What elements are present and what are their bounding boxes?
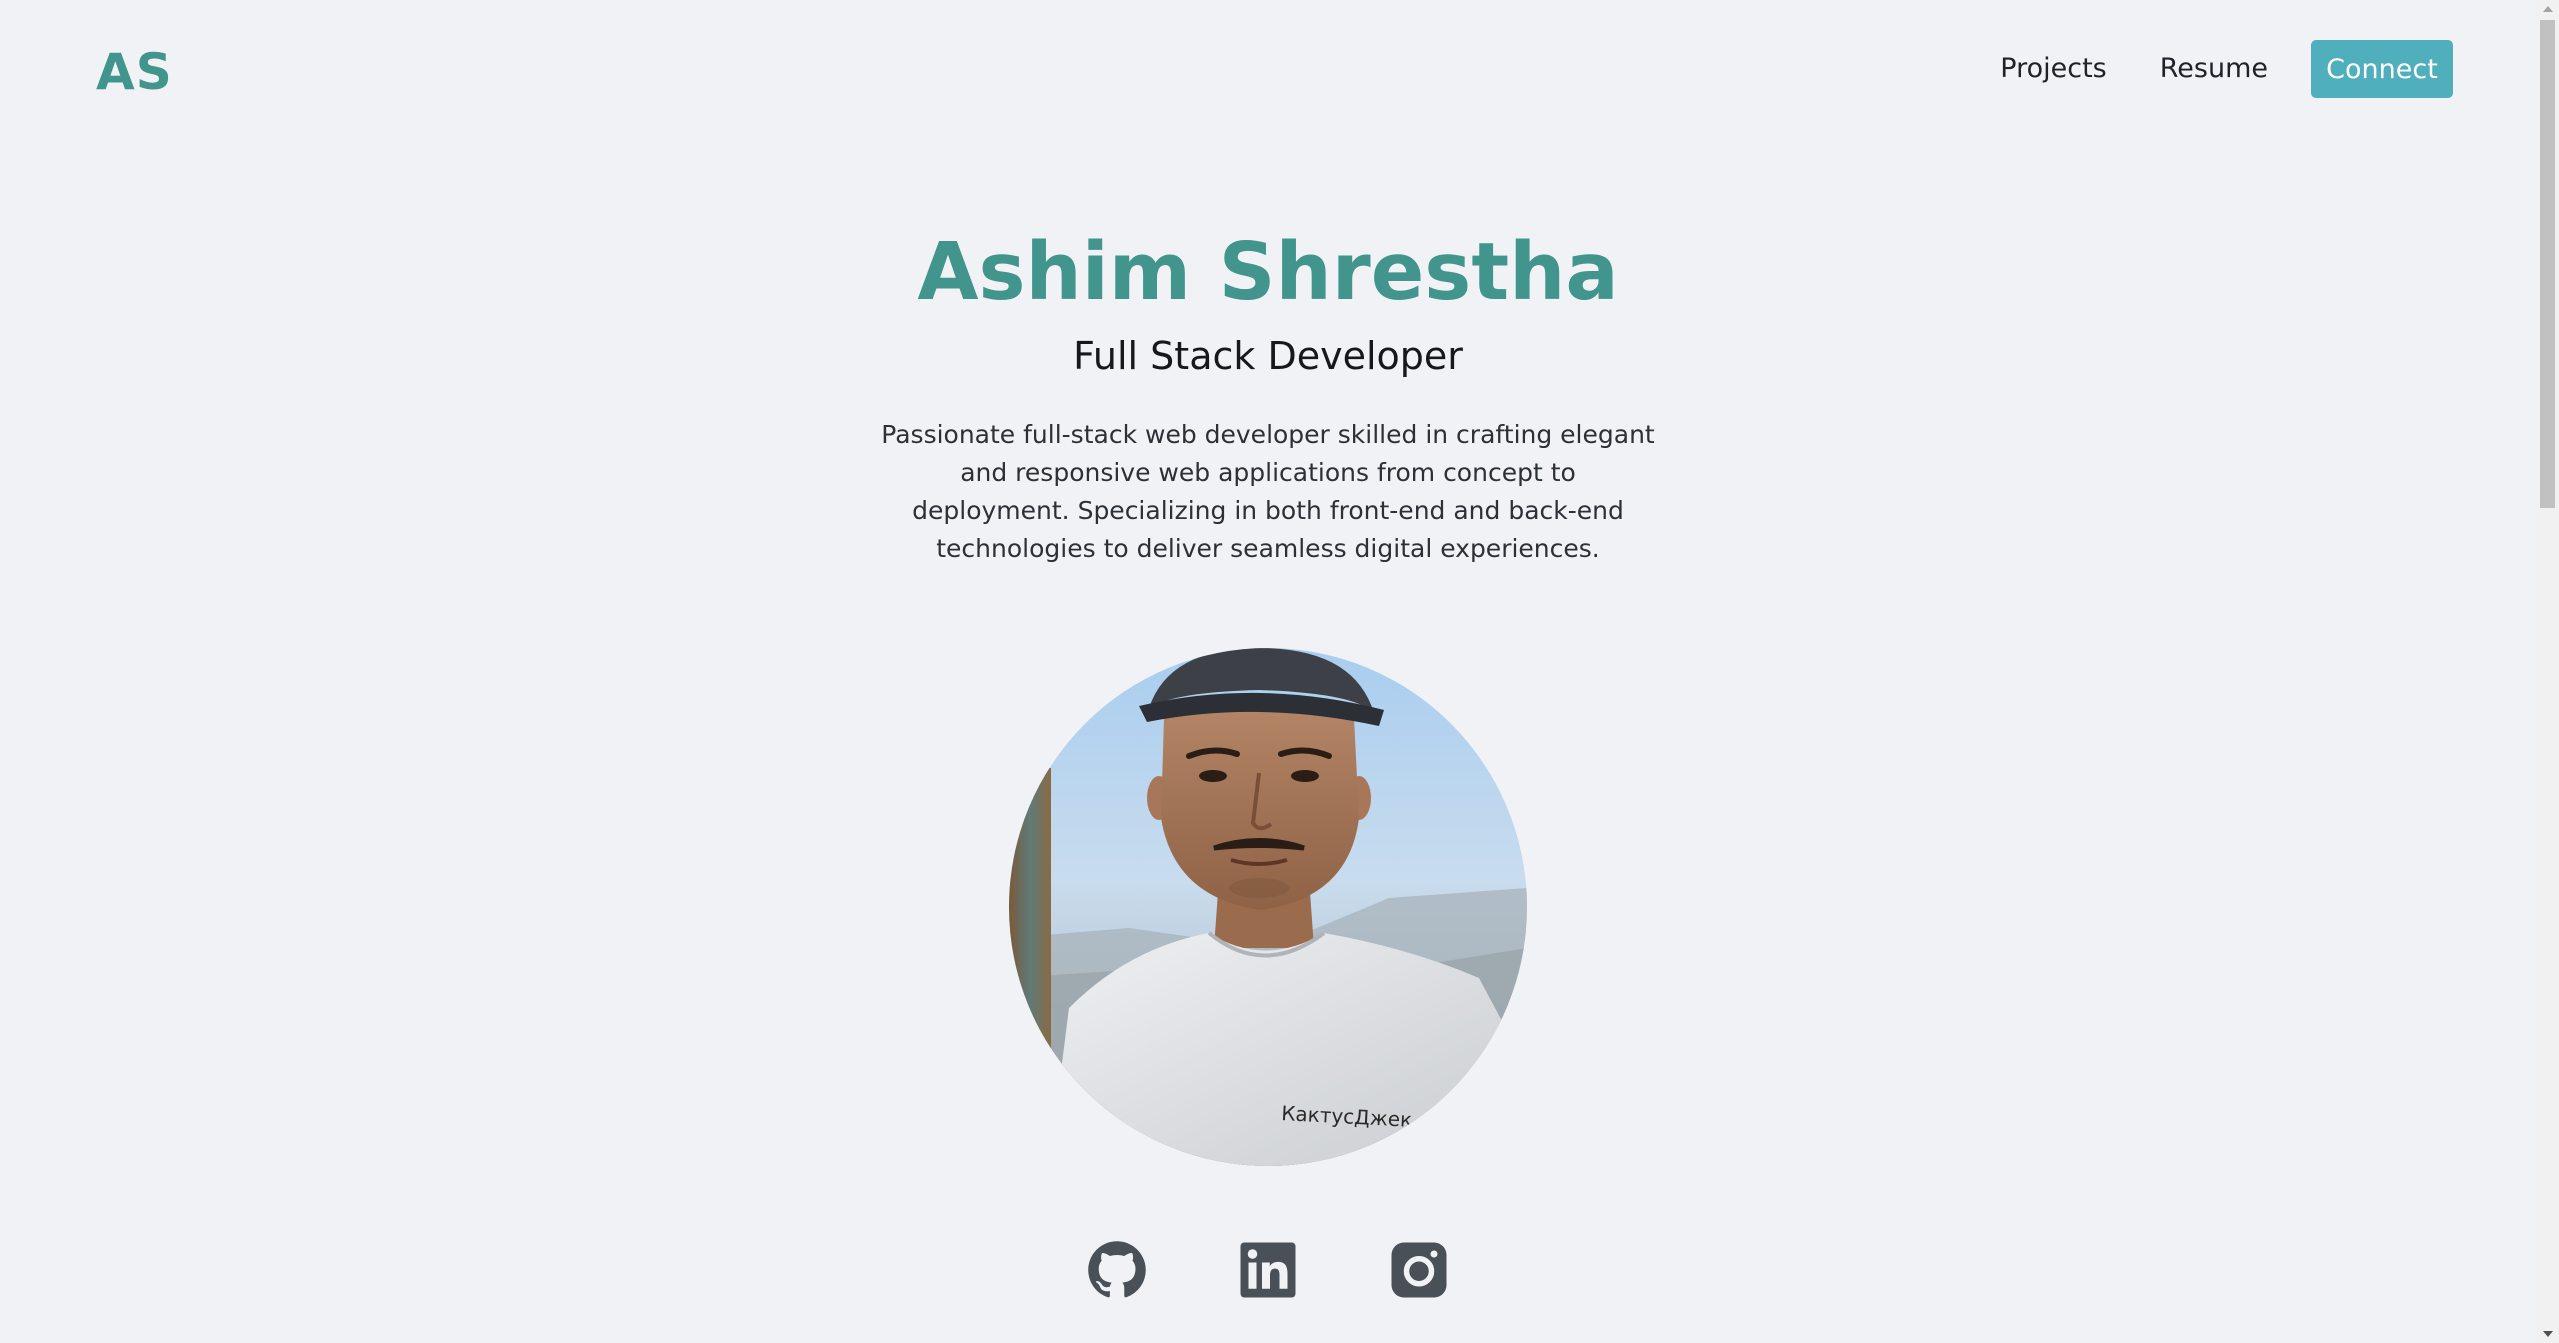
github-icon [1088, 1241, 1146, 1298]
hero-role: Full Stack Developer [1073, 334, 1463, 378]
instagram-link[interactable] [1389, 1240, 1449, 1300]
nav-projects-link[interactable]: Projects [2000, 40, 2106, 98]
scroll-down-arrow-icon[interactable] [2536, 1325, 2559, 1343]
vertical-scrollbar[interactable] [2536, 0, 2559, 1343]
linkedin-icon [1240, 1242, 1296, 1298]
instagram-icon [1391, 1242, 1447, 1298]
logo-link[interactable]: AS [96, 40, 173, 104]
portfolio-page: AS Projects Resume Connect Ashim Shresth… [0, 0, 2559, 1343]
profile-photo: КактусДжек [1009, 648, 1527, 1166]
hero-bio: Passionate full-stack web developer skil… [881, 420, 1655, 563]
scrollbar-thumb[interactable] [2540, 20, 2555, 508]
nav-resume-link[interactable]: Resume [2160, 40, 2268, 98]
hero-name: Ashim Shrestha [917, 226, 1619, 318]
github-link[interactable] [1087, 1240, 1147, 1300]
scroll-up-arrow-icon[interactable] [2536, 0, 2559, 18]
connect-button[interactable]: Connect [2311, 40, 2453, 98]
main-nav: Projects Resume Connect [2000, 40, 2453, 98]
linkedin-link[interactable] [1238, 1240, 1298, 1300]
profile-photo-illustration: КактусДжек [1009, 648, 1527, 1166]
